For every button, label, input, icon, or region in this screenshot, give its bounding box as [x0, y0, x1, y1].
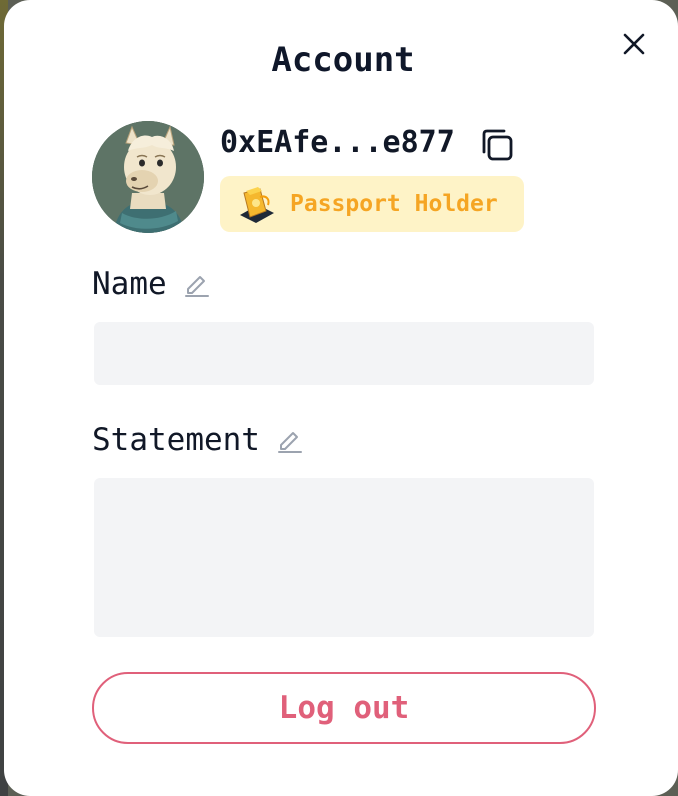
- copy-address-button[interactable]: [478, 126, 516, 164]
- close-icon: [623, 33, 645, 55]
- llama-avatar-icon: [92, 121, 204, 233]
- name-label-text: Name: [92, 266, 167, 302]
- pencil-icon: [184, 276, 209, 297]
- statement-label: Statement: [92, 422, 304, 458]
- statement-label-text: Statement: [92, 422, 260, 458]
- passport-holder-badge: Passport Holder: [220, 176, 524, 232]
- edit-name-button[interactable]: [183, 270, 211, 298]
- avatar: [92, 121, 204, 233]
- passport-icon: [240, 187, 274, 223]
- name-label: Name: [92, 266, 211, 302]
- close-button[interactable]: [620, 30, 648, 58]
- modal-title: Account: [271, 40, 415, 80]
- statement-input[interactable]: [94, 478, 594, 637]
- logout-button[interactable]: Log out: [92, 672, 596, 744]
- wallet-address: 0xEAfe...e877: [220, 125, 455, 160]
- badge-label: Passport Holder: [290, 191, 498, 217]
- edit-statement-button[interactable]: [276, 426, 304, 454]
- pencil-icon: [277, 432, 302, 453]
- copy-icon: [482, 129, 513, 161]
- account-modal: Account 0xEAfe...e877 Passport Holder Na…: [4, 0, 678, 796]
- name-input[interactable]: [94, 322, 594, 385]
